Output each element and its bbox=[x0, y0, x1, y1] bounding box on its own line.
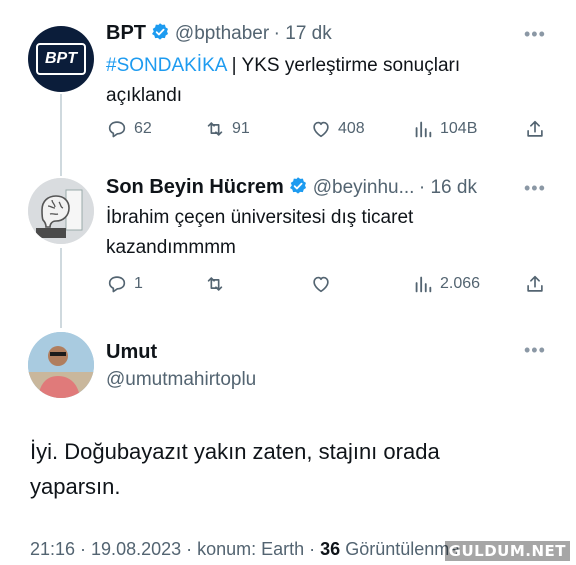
tweet-timestamp[interactable]: 21:16 · 19.08.2023 · konum: Earth · bbox=[30, 539, 320, 559]
views-label: Görüntülenme bbox=[340, 539, 460, 559]
hashtag-link[interactable]: #SONDAKİKA bbox=[106, 55, 226, 76]
author-name[interactable]: Son Beyin Hücrem bbox=[106, 176, 284, 198]
reply-icon bbox=[108, 121, 126, 138]
reply-button[interactable]: 62 bbox=[106, 118, 152, 140]
like-button[interactable]: 408 bbox=[310, 118, 365, 140]
more-icon[interactable]: ••• bbox=[524, 340, 546, 361]
retweet-button[interactable]: 91 bbox=[204, 118, 250, 140]
avatar-son-beyin[interactable] bbox=[28, 178, 94, 244]
like-button[interactable] bbox=[310, 273, 338, 295]
share-icon bbox=[527, 275, 543, 292]
author-handle[interactable]: @bpthaber bbox=[175, 23, 269, 44]
views-button[interactable]: 2.066 bbox=[412, 273, 480, 295]
reply-button[interactable]: 1 bbox=[106, 273, 143, 295]
reply-count: 62 bbox=[134, 120, 152, 137]
verified-icon bbox=[290, 177, 307, 194]
views-count: 2.066 bbox=[440, 275, 481, 292]
avatar-bpt-text: BPT bbox=[45, 50, 77, 67]
retweet-icon bbox=[207, 122, 223, 136]
main-tweet-text: İyi. Doğubayazıt yakın zaten, stajını or… bbox=[30, 439, 440, 499]
tweet-time[interactable]: · 17 dk bbox=[274, 23, 332, 44]
verified-icon bbox=[152, 23, 169, 40]
like-count: 408 bbox=[338, 120, 365, 137]
retweet-button[interactable] bbox=[204, 273, 232, 295]
tweet-meta: 21:16 · 19.08.2023 · konum: Earth · 36 G… bbox=[30, 539, 459, 560]
author-name[interactable]: BPT bbox=[106, 22, 146, 44]
views-icon bbox=[415, 121, 432, 138]
avatar-umut[interactable] bbox=[28, 332, 94, 398]
share-button[interactable] bbox=[524, 118, 546, 140]
tweet-time[interactable]: · 16 dk bbox=[419, 177, 477, 198]
like-icon bbox=[313, 276, 329, 293]
author-handle[interactable]: @umutmahirtoplu bbox=[106, 369, 256, 391]
reply-count: 1 bbox=[134, 275, 143, 292]
tweet-text: İbrahim çeçen üniversitesi dış ticaret k… bbox=[106, 207, 414, 258]
brain-icon bbox=[28, 178, 94, 244]
author-handle[interactable]: @beyinhu... bbox=[313, 177, 415, 198]
views-icon bbox=[415, 276, 432, 293]
retweet-icon bbox=[207, 277, 223, 291]
thread-line-2 bbox=[60, 248, 62, 328]
reply-icon bbox=[108, 276, 126, 293]
share-button[interactable] bbox=[524, 273, 546, 295]
thread-line-1 bbox=[60, 94, 62, 176]
author-name[interactable]: Umut bbox=[106, 341, 157, 364]
views-button[interactable]: 104B bbox=[412, 118, 477, 140]
retweet-count: 91 bbox=[232, 120, 250, 137]
person-icon bbox=[28, 332, 94, 398]
tweet-text: #SONDAKİKA | YKS yerleştirme sonuçları a… bbox=[106, 51, 526, 111]
like-icon bbox=[313, 121, 329, 138]
share-icon bbox=[527, 120, 543, 137]
avatar-bpt[interactable]: BPT bbox=[28, 26, 94, 92]
more-icon[interactable]: ••• bbox=[524, 178, 546, 199]
views-count: 104B bbox=[440, 120, 478, 137]
watermark-logo: GULDUM.NET bbox=[444, 541, 570, 561]
views-number: 36 bbox=[320, 539, 341, 559]
more-icon[interactable]: ••• bbox=[524, 24, 546, 45]
